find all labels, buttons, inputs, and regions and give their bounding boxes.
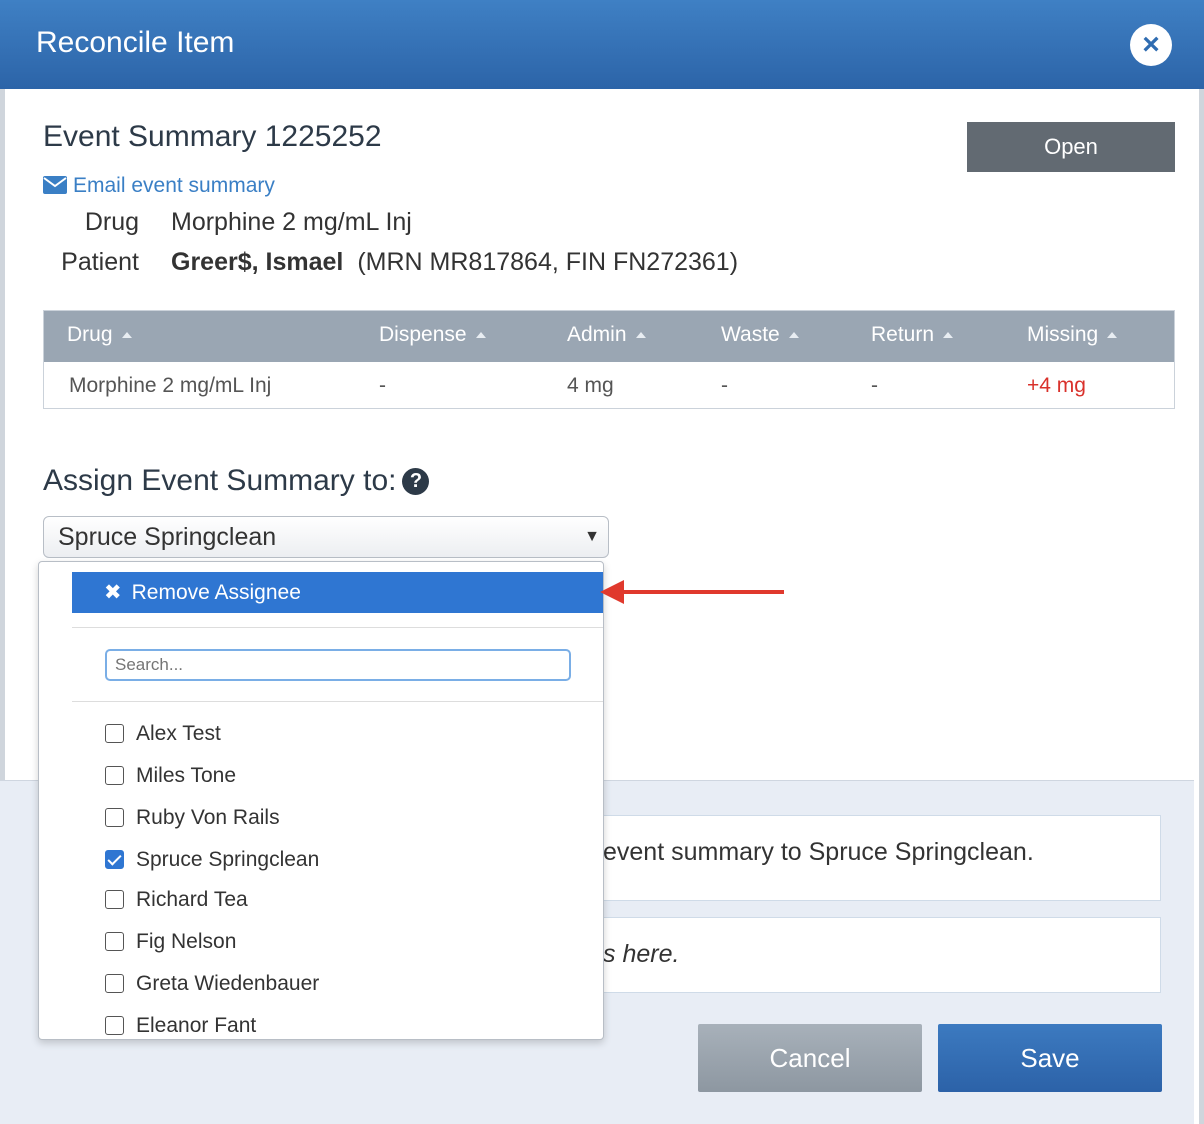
assignee-selected-value: Spruce Springclean [58,523,277,551]
sort-icon [1107,332,1118,338]
cell-drug: Morphine 2 mg/mL Inj [69,374,272,397]
patient-name: Greer$, Ismael [171,248,344,276]
col-drug-header[interactable]: Drug [67,323,132,347]
assignee-dropdown: ✖ Remove Assignee Alex Test Miles Tone Ru… [38,561,604,1040]
table-header: Drug Dispense Admin Waste Return Missing [44,311,1174,362]
cell-admin: 4 mg [567,374,614,397]
cell-dispense: - [379,374,386,397]
cell-return: - [871,374,878,397]
checkbox[interactable] [105,890,124,909]
checkbox[interactable] [105,932,124,951]
close-icon[interactable]: × [1130,24,1172,66]
assignment-message: event summary to Spruce Springclean. [577,815,1161,901]
col-dispense-header[interactable]: Dispense [379,323,486,347]
option-ruby-von-rails[interactable]: Ruby Von Rails [105,806,280,834]
drug-value: Morphine 2 mg/mL Inj [171,208,412,236]
col-return-header[interactable]: Return [871,323,954,347]
checkbox[interactable] [105,1016,124,1035]
sort-icon [943,332,954,338]
remove-assignee-label: Remove Assignee [131,581,301,604]
annotation-arrow-icon [600,580,624,604]
option-alex-test[interactable]: Alex Test [105,722,221,750]
option-richard-tea[interactable]: Richard Tea [105,888,248,916]
patient-row: Patient Greer$, Ismael (MRN MR817864, FIN … [5,248,738,277]
col-admin-header[interactable]: Admin [567,323,646,347]
option-miles-tone[interactable]: Miles Tone [105,764,236,792]
email-link-label: Email event summary [73,174,275,197]
checkbox[interactable] [105,724,124,743]
sort-icon [121,332,132,338]
option-greta-wiedenbauer[interactable]: Greta Wiedenbauer [105,972,319,1000]
email-event-summary-link[interactable]: Email event summary [43,174,275,198]
sort-icon [788,332,799,338]
envelope-icon [43,176,67,194]
checkbox[interactable] [105,808,124,827]
checkbox-checked[interactable] [105,850,124,869]
drug-label: Drug [84,208,139,236]
col-missing-header[interactable]: Missing [1027,323,1118,347]
status-open-button[interactable]: Open [967,122,1175,172]
drug-table: Drug Dispense Admin Waste Return Missing… [43,310,1175,409]
modal-title: Reconcile Item [36,26,235,59]
checkbox[interactable] [105,974,124,993]
help-icon[interactable]: ? [402,468,430,495]
divider [72,701,603,702]
chevron-down-icon: ▼ [584,528,600,545]
divider [72,627,603,628]
cell-waste: - [721,374,728,397]
remove-icon: ✖ [104,581,122,604]
comment-field[interactable]: s here. [577,917,1161,993]
option-eleanor-fant[interactable]: Eleanor Fant [105,1014,256,1039]
save-button[interactable]: Save [938,1024,1162,1092]
assign-label-row: Assign Event Summary to:? [43,464,430,498]
table-row: Morphine 2 mg/mL Inj - 4 mg - - +4 mg [44,362,1174,408]
patient-ids: (MRN MR817864, FIN FN272361) [357,248,739,276]
patient-label: Patient [61,248,139,276]
remove-assignee-option[interactable]: ✖ Remove Assignee [72,572,603,613]
col-waste-header[interactable]: Waste [721,323,799,347]
cancel-button[interactable]: Cancel [698,1024,922,1092]
checkbox[interactable] [105,766,124,785]
sort-icon [475,332,486,338]
assign-label: Assign Event Summary to: [43,464,397,497]
drug-row: Drug Morphine 2 mg/mL Inj [5,208,412,237]
annotation-arrow-line [618,590,784,594]
event-summary-title: Event Summary 1225252 [43,120,382,153]
cell-missing: +4 mg [1027,374,1086,397]
sort-icon [635,332,646,338]
option-fig-nelson[interactable]: Fig Nelson [105,930,236,958]
assignee-select[interactable]: Spruce Springclean ▼ [43,516,609,558]
search-input[interactable] [105,649,571,681]
modal-header: Reconcile Item × [0,0,1204,89]
option-spruce-springclean[interactable]: Spruce Springclean [105,848,319,876]
